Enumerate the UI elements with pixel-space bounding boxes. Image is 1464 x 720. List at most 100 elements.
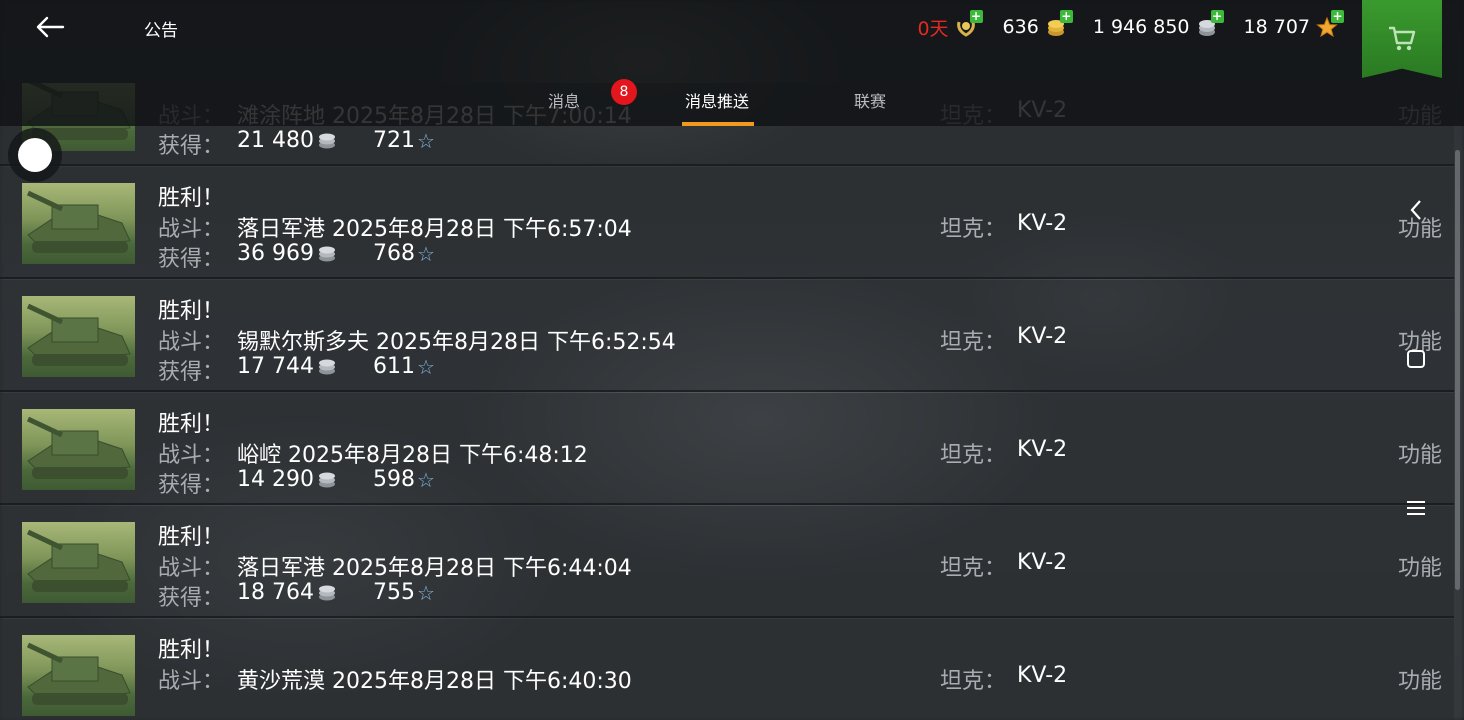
- square-icon: [1407, 350, 1425, 368]
- nav-home-button[interactable]: [1396, 339, 1436, 379]
- battle-info: 落日军港 2025年8月28日 下午6:44:04: [237, 556, 632, 581]
- battle-label: 战斗：: [158, 330, 225, 355]
- message-row[interactable]: 胜利！ 战斗： 黄沙荒漠 2025年8月28日 下午6:40:30 坦克： KV-2 功能: [0, 619, 1454, 720]
- earned-silver: 14 290: [237, 467, 338, 492]
- active-tab-indicator: [682, 122, 754, 126]
- battle-info: 黄沙荒漠 2025年8月28日 下午6:40:30: [237, 669, 632, 694]
- gold-balance[interactable]: 636 +: [1002, 10, 1073, 38]
- back-button[interactable]: [30, 12, 70, 42]
- earned-xp-value: 611: [373, 354, 415, 379]
- tab-league[interactable]: 联赛: [854, 88, 886, 112]
- page-title: 公告: [144, 21, 178, 41]
- result-title: 胜利！: [158, 525, 225, 550]
- nav-recents-button[interactable]: [1396, 488, 1436, 528]
- result-title: 胜利！: [158, 186, 225, 211]
- add-free-xp-icon[interactable]: +: [1331, 10, 1344, 23]
- earned-xp: 755 ☆: [373, 580, 435, 605]
- free-xp-star-icon: +: [1316, 10, 1344, 38]
- function-button[interactable]: 功能: [1398, 550, 1442, 582]
- message-list[interactable]: 战斗：滩涂阵地 2025年8月28日 下午7:00:14获得：21 480721…: [0, 83, 1464, 720]
- silver-coins-icon: [318, 472, 335, 487]
- silver-coins-icon: [318, 246, 335, 261]
- unread-badge: 8: [611, 79, 637, 105]
- tank-label: 坦克：: [940, 217, 1007, 242]
- earned-xp: 768 ☆: [373, 241, 435, 266]
- earned-label: 获得：: [158, 586, 225, 611]
- tank-thumbnail: [22, 183, 135, 264]
- silver-balance[interactable]: 1 946 850 +: [1093, 10, 1224, 38]
- premium-laurel-icon: +: [955, 10, 983, 38]
- earned-label: 获得：: [158, 134, 225, 159]
- message-row[interactable]: 胜利！ 战斗： 落日军港 2025年8月28日 下午6:57:04 获得： 36 969…: [0, 167, 1454, 279]
- battle-info: 峪崆 2025年8月28日 下午6:48:12: [237, 443, 588, 468]
- earned-silver-value: 17 744: [237, 354, 314, 379]
- top-bar: 公告 0天 + 636 + 1 946 850 + 18 707 + 消息 消息…: [0, 0, 1464, 126]
- shopping-cart-icon: [1389, 26, 1416, 51]
- message-row[interactable]: 胜利！ 战斗： 峪崆 2025年8月28日 下午6:48:12 获得： 14 290 59…: [0, 393, 1454, 505]
- earned-silver-value: 36 969: [237, 241, 314, 266]
- tank-name: KV-2: [1017, 550, 1068, 575]
- xp-star-icon: ☆: [417, 467, 435, 492]
- premium-days[interactable]: 0天 +: [917, 10, 983, 41]
- tank-label: 坦克：: [940, 669, 1007, 694]
- scrollbar[interactable]: [1455, 150, 1460, 590]
- tank-thumbnail: [22, 635, 135, 716]
- earned-xp-value: 598: [373, 467, 415, 492]
- shop-button[interactable]: [1362, 0, 1442, 78]
- earned-xp-value: 768: [373, 241, 415, 266]
- arrow-left-icon: [36, 16, 65, 38]
- currency-bar: 0天 + 636 + 1 946 850 + 18 707 +: [917, 10, 1344, 42]
- function-button[interactable]: 功能: [1398, 437, 1442, 469]
- earned-label: 获得：: [158, 247, 225, 272]
- nav-back-button[interactable]: [1396, 190, 1436, 230]
- earned-xp: 611 ☆: [373, 354, 435, 379]
- result-title: 胜利！: [158, 412, 225, 437]
- result-title: 胜利！: [158, 299, 225, 324]
- silver-coins-icon: [318, 133, 335, 148]
- free-xp-balance[interactable]: 18 707 +: [1243, 10, 1344, 38]
- add-silver-icon[interactable]: +: [1210, 10, 1224, 23]
- function-button[interactable]: 功能: [1398, 663, 1442, 695]
- chevron-left-icon: [1410, 200, 1421, 220]
- tank-thumbnail: [22, 522, 135, 603]
- floating-assistive-button[interactable]: [8, 128, 62, 182]
- tank-name: KV-2: [1017, 663, 1068, 688]
- tank-name: KV-2: [1017, 437, 1068, 462]
- tab-messages[interactable]: 消息: [548, 88, 580, 112]
- earned-silver: 21 480: [237, 128, 338, 153]
- earned-xp: 598 ☆: [373, 467, 435, 492]
- earned-label: 获得：: [158, 360, 225, 385]
- battle-info: 锡默尔斯多夫 2025年8月28日 下午6:52:54: [237, 330, 676, 355]
- silver-coins-icon: +: [1196, 10, 1224, 38]
- tab-bar: 消息 消息推送 联赛: [0, 72, 1464, 126]
- message-row[interactable]: 胜利！ 战斗： 落日军港 2025年8月28日 下午6:44:04 获得： 18 764…: [0, 506, 1454, 618]
- gold-value: 636: [1002, 16, 1039, 38]
- add-gold-icon[interactable]: +: [1059, 10, 1073, 23]
- tank-label: 坦克：: [940, 443, 1007, 468]
- tank-label: 坦克：: [940, 556, 1007, 581]
- premium-days-value: 0天: [917, 17, 949, 40]
- silver-coins-icon: [318, 585, 335, 600]
- add-premium-icon[interactable]: +: [969, 10, 983, 23]
- menu-icon: [1407, 501, 1425, 515]
- tank-name: KV-2: [1017, 324, 1068, 349]
- message-row[interactable]: 胜利！ 战斗： 锡默尔斯多夫 2025年8月28日 下午6:52:54 获得： 17 7…: [0, 280, 1454, 392]
- xp-star-icon: ☆: [417, 354, 435, 379]
- earned-xp: 721 ☆: [373, 128, 435, 153]
- earned-silver-value: 21 480: [237, 128, 314, 153]
- xp-star-icon: ☆: [417, 128, 435, 153]
- earned-silver: 17 744: [237, 354, 338, 379]
- gold-coins-icon: +: [1045, 10, 1073, 38]
- earned-silver-value: 18 764: [237, 580, 314, 605]
- tank-name: KV-2: [1017, 211, 1068, 236]
- tank-label: 坦克：: [940, 330, 1007, 355]
- earned-xp-value: 755: [373, 580, 415, 605]
- earned-silver-value: 14 290: [237, 467, 314, 492]
- tab-message-push[interactable]: 消息推送: [685, 88, 749, 112]
- silver-coins-icon: [318, 359, 335, 374]
- free-xp-value: 18 707: [1243, 16, 1310, 38]
- earned-label: 获得：: [158, 473, 225, 498]
- battle-label: 战斗：: [158, 443, 225, 468]
- earned-silver: 36 969: [237, 241, 338, 266]
- earned-silver: 18 764: [237, 580, 338, 605]
